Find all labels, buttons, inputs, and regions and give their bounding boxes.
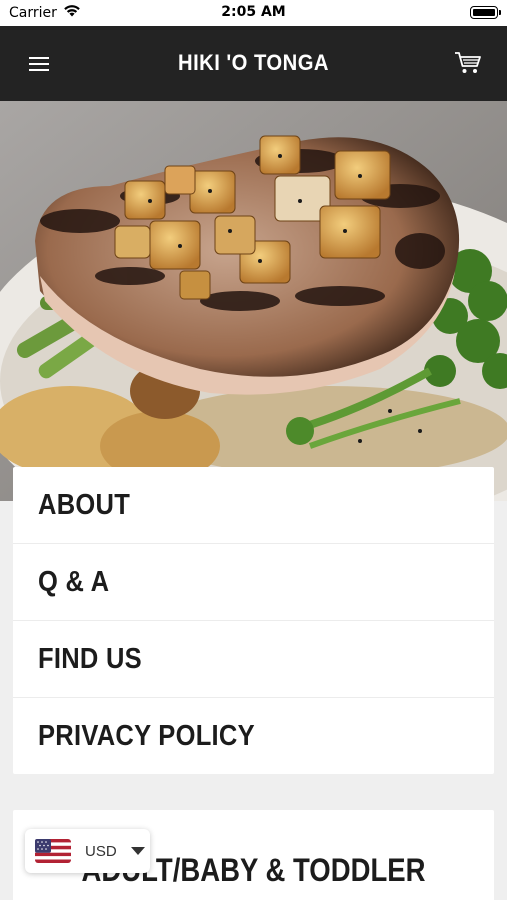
menu-item-privacy-policy[interactable]: PRIVACY POLICY: [13, 698, 494, 774]
currency-selector[interactable]: USD: [25, 829, 150, 873]
status-time: 2:05 AM: [221, 4, 286, 20]
menu-item-about[interactable]: ABOUT: [13, 467, 494, 544]
currency-code: USD: [85, 842, 117, 860]
status-bar: Carrier 2:05 AM: [0, 0, 507, 26]
hero-food-image: [0, 101, 507, 501]
app-title[interactable]: HIKI 'O TONGA: [20, 50, 486, 76]
caret-down-icon: [130, 846, 145, 855]
us-flag-icon: [35, 839, 71, 863]
app-header: HIKI 'O TONGA: [0, 26, 507, 101]
menu-item-label: ABOUT: [38, 488, 131, 521]
navigation-menu: ABOUT Q & A FIND US PRIVACY POLICY: [13, 467, 494, 774]
battery-icon: [470, 6, 501, 19]
menu-item-label: PRIVACY POLICY: [38, 719, 255, 752]
menu-item-q-and-a[interactable]: Q & A: [13, 544, 494, 621]
menu-item-find-us[interactable]: FIND US: [13, 621, 494, 698]
shopping-cart-icon: [455, 52, 481, 73]
menu-item-label: Q & A: [38, 565, 110, 598]
cart-button[interactable]: [451, 48, 485, 78]
menu-item-label: FIND US: [38, 642, 142, 675]
